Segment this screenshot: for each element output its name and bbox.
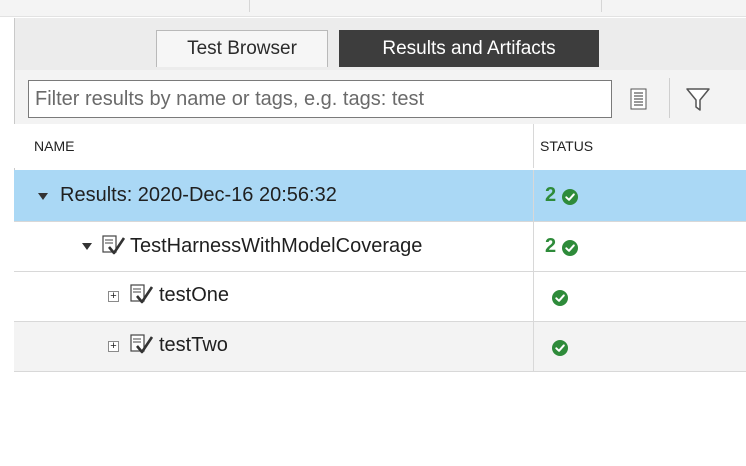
column-header-status[interactable]: STATUS bbox=[540, 138, 593, 154]
column-divider bbox=[533, 322, 534, 371]
check-circle-icon bbox=[552, 340, 568, 356]
tree-row-label: TestHarnessWithModelCoverage bbox=[130, 235, 423, 257]
test-case-icon bbox=[130, 284, 154, 304]
funnel-icon[interactable] bbox=[683, 84, 713, 114]
top-strip-divider bbox=[601, 0, 602, 12]
toolbar bbox=[15, 70, 746, 125]
check-circle-icon bbox=[552, 290, 568, 306]
column-divider bbox=[533, 222, 534, 271]
top-strip bbox=[0, 0, 746, 17]
tab-results-and-artifacts[interactable]: Results and Artifacts bbox=[339, 30, 599, 67]
tree-row-test-one[interactable]: + testOne bbox=[14, 272, 746, 322]
test-case-icon bbox=[130, 334, 154, 354]
passed-count: 2 bbox=[545, 235, 557, 257]
passed-count: 2 bbox=[545, 184, 557, 206]
tree-row-label: Results: 2020-Dec-16 20:56:32 bbox=[60, 184, 337, 206]
tree-row-label: testOne bbox=[159, 284, 230, 306]
column-divider bbox=[533, 170, 534, 221]
tab-test-browser[interactable]: Test Browser bbox=[156, 30, 328, 67]
results-empty-area bbox=[14, 372, 746, 466]
column-divider bbox=[533, 272, 534, 321]
expand-plus-icon[interactable]: + bbox=[108, 291, 119, 302]
filter-results-input[interactable] bbox=[28, 80, 612, 118]
tab-bar: Test Browser Results and Artifacts bbox=[15, 18, 746, 70]
tree-row-test-file[interactable]: TestHarnessWithModelCoverage 2 bbox=[14, 222, 746, 272]
column-divider[interactable] bbox=[533, 124, 534, 168]
toolbar-divider bbox=[669, 78, 670, 118]
column-header-name[interactable]: NAME bbox=[34, 138, 74, 154]
tree-row-label: testTwo bbox=[159, 334, 228, 356]
chevron-down-icon[interactable] bbox=[82, 243, 92, 250]
check-circle-icon bbox=[562, 189, 578, 205]
check-circle-icon bbox=[562, 240, 578, 256]
column-header-row: NAME STATUS bbox=[14, 124, 746, 168]
tree-row-results[interactable]: Results: 2020-Dec-16 20:56:32 2 bbox=[14, 170, 746, 222]
top-strip-divider bbox=[249, 0, 250, 12]
list-icon[interactable] bbox=[623, 84, 653, 114]
expand-plus-icon[interactable]: + bbox=[108, 341, 119, 352]
tree-row-test-two[interactable]: + testTwo bbox=[14, 322, 746, 372]
test-suite-icon bbox=[102, 235, 126, 255]
chevron-down-icon[interactable] bbox=[38, 193, 48, 200]
